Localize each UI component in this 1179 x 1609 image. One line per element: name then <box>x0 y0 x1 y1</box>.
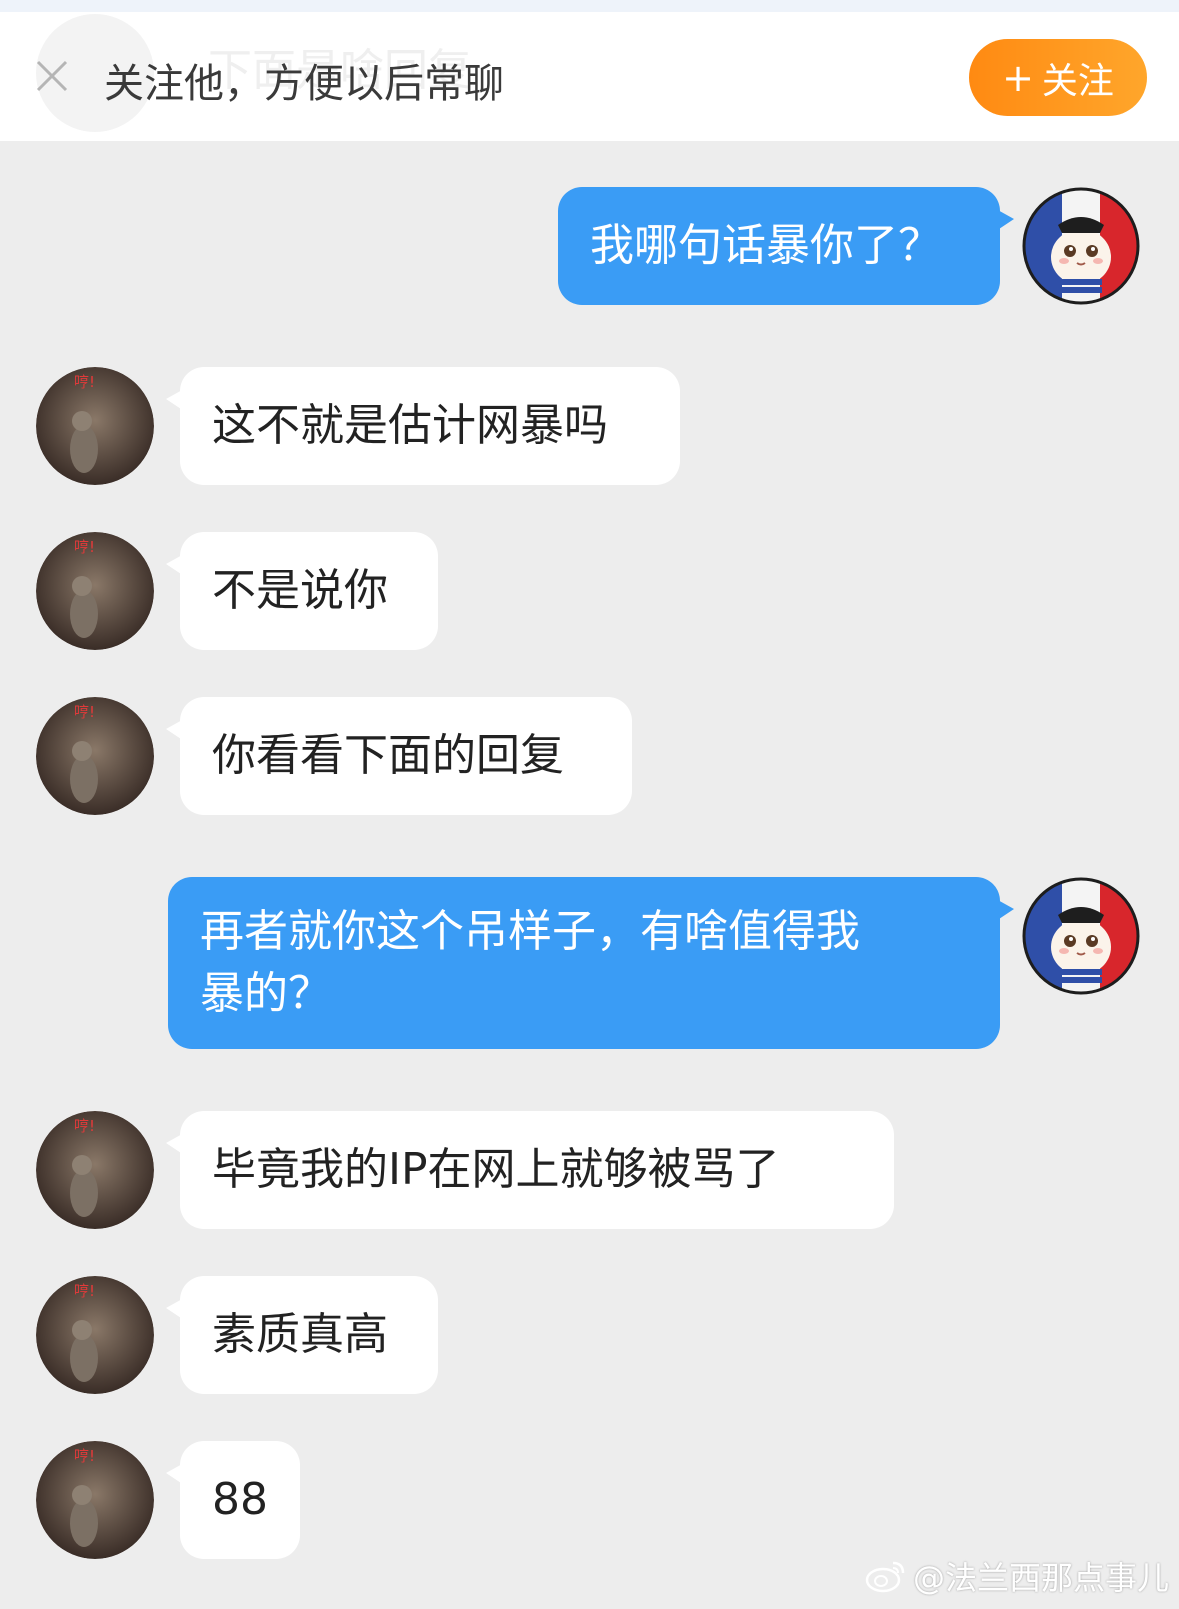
message-text: 素质真高 <box>212 1309 388 1360</box>
follow-button[interactable]: + 关注 <box>969 39 1147 116</box>
message-text: 不是说你 <box>212 565 388 616</box>
follow-prompt-bar: 下面是啥回复 关注他，方便以后常聊 + 关注 <box>0 12 1179 141</box>
incoming-message-bubble[interactable]: 不是说你 <box>166 532 438 650</box>
message-text: 88 <box>212 1474 268 1525</box>
contact-avatar[interactable]: 哼! <box>36 1276 154 1394</box>
watermark-text: @法兰西那点事儿 <box>912 1559 1169 1597</box>
sticker-text: 哼! <box>74 703 95 721</box>
message-text-line: 再者就你这个吊样子，有啥值得我 <box>200 906 860 957</box>
outgoing-message-bubble[interactable]: 我哪句话暴你了？ <box>558 187 1014 305</box>
incoming-message-bubble[interactable]: 这不就是估计网暴吗 <box>166 367 680 485</box>
contact-avatar[interactable]: 哼! <box>36 1111 154 1229</box>
message-text: 这不就是估计网暴吗 <box>212 400 608 451</box>
cat-photo-avatar-icon: 哼! <box>36 1276 154 1394</box>
weibo-watermark: @法兰西那点事儿 <box>865 1553 1169 1599</box>
sticker-text: 哼! <box>74 1117 95 1135</box>
contact-avatar[interactable]: 哼! <box>36 367 154 485</box>
follow-button-label: 关注 <box>1041 60 1114 102</box>
self-avatar[interactable] <box>1022 877 1140 995</box>
message-text: 毕竟我的IP在网上就够被骂了 <box>212 1144 780 1195</box>
cat-photo-avatar-icon: 哼! <box>36 1441 154 1559</box>
sticker-text: 哼! <box>74 538 95 556</box>
incoming-message-bubble[interactable]: 素质真高 <box>166 1276 438 1394</box>
message-text-line: 暴的？ <box>200 968 332 1019</box>
cat-cartoon-avatar-icon <box>1022 877 1140 995</box>
cat-cartoon-avatar-icon <box>1022 187 1140 305</box>
sticker-text: 哼! <box>74 373 95 391</box>
sticker-text: 哼! <box>74 1447 95 1465</box>
contact-avatar[interactable]: 哼! <box>36 532 154 650</box>
cat-photo-avatar-icon: 哼! <box>36 532 154 650</box>
plus-icon: + <box>1002 55 1034 100</box>
close-icon[interactable] <box>34 58 70 94</box>
message-text: 我哪句话暴你了？ <box>590 220 942 271</box>
follow-hint-text: 关注他，方便以后常聊 <box>104 61 504 107</box>
weibo-logo-icon <box>865 1561 905 1593</box>
incoming-message-bubble[interactable]: 你看看下面的回复 <box>166 697 632 815</box>
contact-avatar[interactable]: 哼! <box>36 697 154 815</box>
cat-photo-avatar-icon: 哼! <box>36 367 154 485</box>
sticker-text: 哼! <box>74 1282 95 1300</box>
cat-photo-avatar-icon: 哼! <box>36 1111 154 1229</box>
message-text: 你看看下面的回复 <box>212 730 564 781</box>
incoming-message-bubble[interactable]: 88 <box>166 1441 300 1559</box>
contact-avatar[interactable]: 哼! <box>36 1441 154 1559</box>
cat-photo-avatar-icon: 哼! <box>36 697 154 815</box>
incoming-message-bubble[interactable]: 毕竟我的IP在网上就够被骂了 <box>166 1111 894 1229</box>
outgoing-message-bubble[interactable]: 再者就你这个吊样子，有啥值得我 暴的？ <box>168 877 1014 1049</box>
self-avatar[interactable] <box>1022 187 1140 305</box>
